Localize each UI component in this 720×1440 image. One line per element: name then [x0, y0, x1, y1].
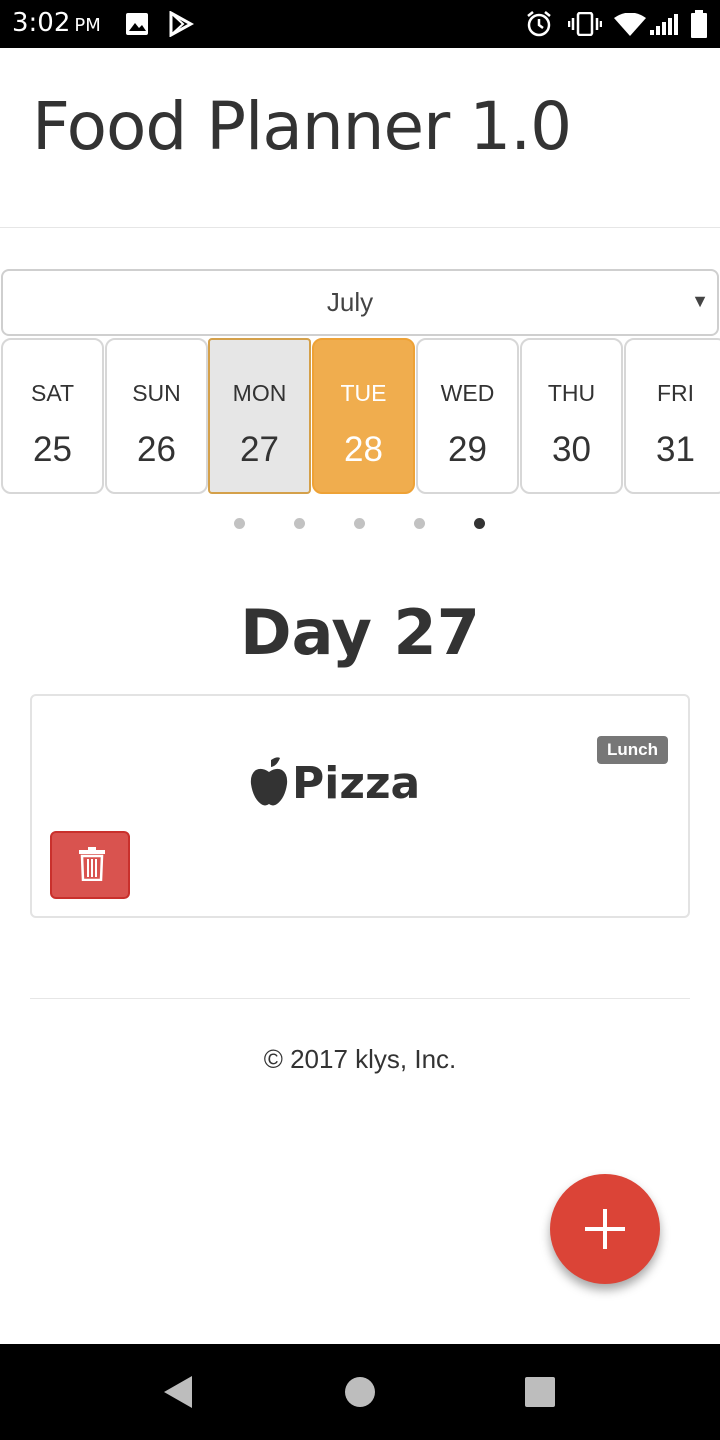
pagination-dot-active[interactable] [474, 518, 485, 529]
day-number: 27 [240, 430, 279, 469]
delete-meal-button[interactable] [50, 831, 130, 899]
day-card-wed[interactable]: WED 29 [416, 338, 519, 494]
home-icon[interactable] [344, 1376, 376, 1408]
day-card-sat[interactable]: SAT 25 [1, 338, 104, 494]
wifi-icon [614, 13, 646, 36]
status-time-value: 3:02 [12, 8, 71, 38]
back-icon[interactable] [162, 1374, 194, 1410]
day-card-sun[interactable]: SUN 26 [105, 338, 208, 494]
pagination-dot[interactable] [354, 518, 365, 529]
apple-icon [250, 757, 288, 806]
day-number: 31 [656, 430, 695, 469]
play-store-icon [169, 11, 194, 37]
header-divider [0, 227, 720, 228]
day-name: SUN [132, 380, 181, 406]
vibrate-icon [568, 12, 602, 36]
footer-divider [30, 998, 690, 999]
meal-name: Pizza [292, 758, 421, 809]
day-number: 30 [552, 430, 591, 469]
day-name: MON [232, 380, 287, 406]
meal-type-badge: Lunch [597, 736, 668, 764]
day-card-thu[interactable]: THU 30 [520, 338, 623, 494]
day-name: THU [547, 380, 596, 406]
day-name: FRI [656, 380, 695, 406]
navigation-bar [0, 1344, 720, 1440]
trash-icon [79, 847, 105, 881]
month-select-value: July [326, 287, 374, 317]
signal-icon [650, 14, 678, 35]
recents-icon[interactable] [525, 1377, 555, 1407]
day-name: SAT [30, 380, 75, 406]
day-strip[interactable]: SAT 25 SUN 26 MON 27 TUE 28 WED 29 THU 3… [0, 337, 720, 495]
meal-card: Lunch Pizza [30, 694, 690, 918]
month-select[interactable]: July ▼ [1, 269, 719, 336]
pagination-dots [0, 518, 720, 530]
status-time-ampm: PM [74, 15, 101, 36]
pagination-dot[interactable] [234, 518, 245, 529]
app-title: Food Planner 1.0 [32, 88, 572, 165]
day-heading: Day 27 [240, 596, 480, 669]
plus-icon [585, 1209, 625, 1249]
battery-icon [691, 10, 707, 38]
status-bar: 3:02 PM [0, 0, 720, 48]
day-card-tue[interactable]: TUE 28 [312, 338, 415, 494]
day-name: TUE [340, 380, 387, 406]
add-meal-button[interactable] [550, 1174, 660, 1284]
day-number: 28 [344, 430, 383, 469]
day-number: 29 [448, 430, 487, 469]
pagination-dot[interactable] [294, 518, 305, 529]
status-time: 3:02 PM [12, 8, 101, 38]
pagination-dot[interactable] [414, 518, 425, 529]
copyright-text: © 2017 klys, Inc. [263, 1044, 457, 1074]
day-card-fri[interactable]: FRI 31 [624, 338, 720, 494]
image-icon [126, 13, 148, 35]
alarm-icon [527, 11, 551, 37]
dropdown-arrow-icon: ▼ [691, 291, 709, 311]
day-card-mon[interactable]: MON 27 [208, 338, 311, 494]
day-name: WED [440, 380, 495, 406]
day-number: 25 [33, 430, 72, 469]
day-number: 26 [137, 430, 176, 469]
